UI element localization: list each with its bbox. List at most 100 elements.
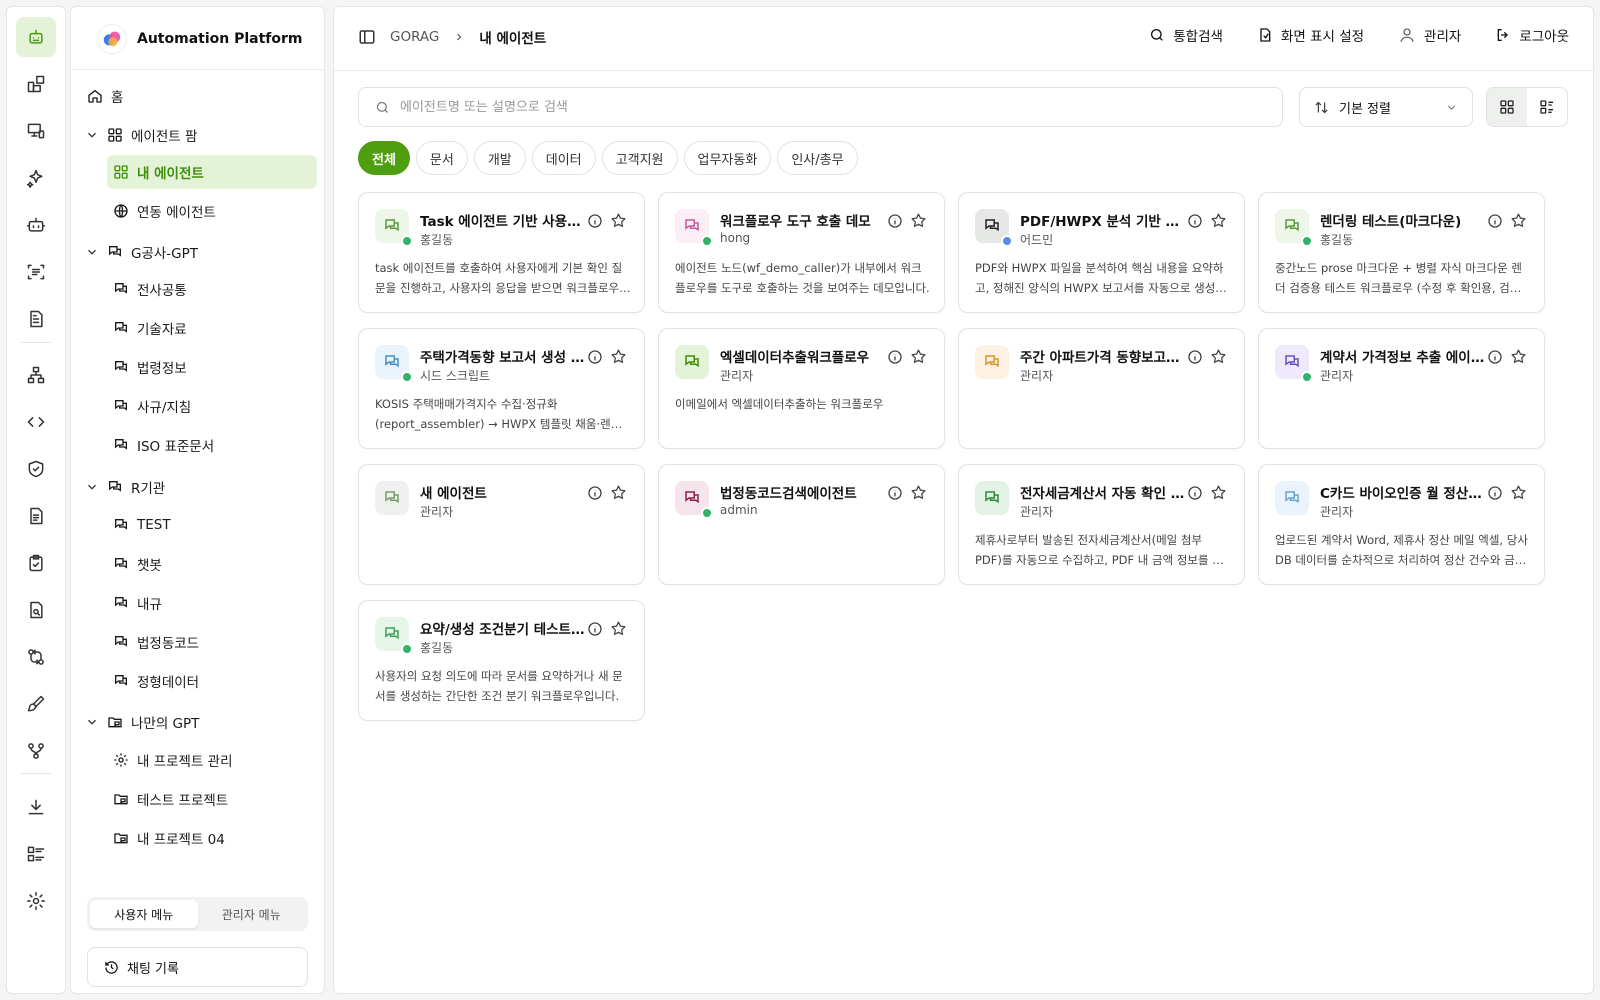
sidebar-item-home[interactable]: 홈 bbox=[85, 79, 311, 113]
star-icon[interactable] bbox=[1210, 484, 1227, 501]
rail-scan-text-button[interactable] bbox=[16, 252, 56, 292]
brand[interactable]: Automation Platform bbox=[97, 23, 303, 55]
sidebar-item-g_gpt-4[interactable]: ISO 표준문서 bbox=[107, 428, 317, 462]
star-icon[interactable] bbox=[610, 484, 627, 501]
agent-card[interactable]: Task 에이전트 기반 사용자 확인 워크플로우홍길동 task 에이전트를 호… bbox=[358, 192, 645, 313]
rail-widgets-button[interactable] bbox=[16, 64, 56, 104]
rail-code-button[interactable] bbox=[16, 402, 56, 442]
filter-chip[interactable]: 데이터 bbox=[531, 141, 596, 175]
star-icon[interactable] bbox=[1210, 348, 1227, 365]
rail-sparkles-button[interactable] bbox=[16, 158, 56, 198]
sidebar-item-project-04[interactable]: 내 프로젝트 04 bbox=[107, 821, 317, 855]
agent-card[interactable]: PDF/HWPX 분석 기반 한글 보고서 생성어드민 PDF와 HWPX 파일을… bbox=[958, 192, 1245, 313]
info-icon[interactable] bbox=[587, 349, 603, 365]
agent-card[interactable]: 주택가격동향 보고서 생성 워크플로우시드 스크립트 KOSIS 주택매매가격지수… bbox=[358, 328, 645, 449]
star-icon[interactable] bbox=[1510, 484, 1527, 501]
agent-card[interactable]: 요약/생성 조건분기 테스트 워크플로우홍길동사용자의 요청 의도에 따라 문서… bbox=[358, 600, 645, 721]
star-icon[interactable] bbox=[910, 212, 927, 229]
rail-robot-button[interactable] bbox=[16, 17, 56, 57]
grid-view-button[interactable] bbox=[1487, 88, 1527, 126]
admin-menu-tab[interactable]: 관리자 메뉴 bbox=[198, 900, 306, 928]
display-settings-button[interactable]: 화면 표시 설정 bbox=[1257, 25, 1364, 45]
star-icon[interactable] bbox=[910, 484, 927, 501]
agent-card[interactable]: C카드 바이오인증 월 정산 에이전트관리자업로드된 계약서 Word, 제휴사… bbox=[1258, 464, 1545, 585]
sidebar-group-agent-farm[interactable]: 에이전트 팜 bbox=[85, 118, 311, 152]
info-icon[interactable] bbox=[887, 349, 903, 365]
rail-workflow-button[interactable] bbox=[16, 731, 56, 771]
rail-gear-button[interactable] bbox=[16, 881, 56, 921]
sidebar-item-g_gpt-2[interactable]: 법령정보 bbox=[107, 350, 317, 384]
chat-history-button[interactable]: 채팅 기록 bbox=[87, 947, 308, 987]
agent-card[interactable]: 엑셀데이터추출워크플로우 관리자 이메일에서 엑셀데이터추출하는 워크플로우 bbox=[658, 328, 945, 449]
agent-card[interactable]: 워크플로우 도구 호출 데모 hong 에이전트 노드(wf_demo_caller… bbox=[658, 192, 945, 313]
info-icon[interactable] bbox=[587, 485, 603, 501]
filter-chip[interactable]: 업무자동화 bbox=[683, 141, 772, 175]
star-icon[interactable] bbox=[1210, 212, 1227, 229]
info-icon[interactable] bbox=[1187, 349, 1203, 365]
sidebar-item-r_org-1[interactable]: 챗봇 bbox=[107, 547, 317, 581]
rail-file-search-button[interactable] bbox=[16, 590, 56, 630]
info-icon[interactable] bbox=[887, 213, 903, 229]
sidebar-group-my-gpt[interactable]: 나만의 GPT bbox=[85, 705, 311, 739]
rail-file-text-button[interactable] bbox=[16, 496, 56, 536]
filter-chip[interactable]: 인사/총무 bbox=[777, 141, 858, 175]
agent-card[interactable]: 법정동코드검색에이전트 admin bbox=[658, 464, 945, 585]
star-icon[interactable] bbox=[910, 348, 927, 365]
rail-document-button[interactable] bbox=[16, 299, 56, 339]
rail-list-button[interactable] bbox=[16, 834, 56, 874]
logout-button[interactable]: 로그아웃 bbox=[1495, 25, 1569, 45]
rail-shield-check-button[interactable] bbox=[16, 449, 56, 489]
sidebar-group-r-org[interactable]: R기관 bbox=[85, 470, 311, 504]
star-icon[interactable] bbox=[610, 620, 627, 637]
user-menu-tab[interactable]: 사용자 메뉴 bbox=[90, 900, 198, 928]
sidebar-toggle-icon[interactable] bbox=[358, 28, 376, 46]
filter-chip[interactable]: 개발 bbox=[473, 141, 526, 175]
breadcrumb-root[interactable]: GORAG bbox=[390, 29, 439, 45]
sort-select[interactable]: 기본 정렬 bbox=[1299, 87, 1473, 127]
sidebar-item-r_org-3[interactable]: 법정동코드 bbox=[107, 625, 317, 659]
star-icon[interactable] bbox=[1510, 212, 1527, 229]
sidebar-item-r_org-2[interactable]: 내규 bbox=[107, 586, 317, 620]
info-icon[interactable] bbox=[1187, 485, 1203, 501]
filter-chip[interactable]: 고객지원 bbox=[601, 141, 678, 175]
sidebar-item-linked-agent[interactable]: 연동 에이전트 bbox=[107, 194, 317, 228]
agent-search-box[interactable] bbox=[358, 87, 1283, 127]
info-icon[interactable] bbox=[1487, 213, 1503, 229]
agent-card[interactable]: 주간 아파트가격 동향보고서 생성관리자 bbox=[958, 328, 1245, 449]
sidebar-item-test-project[interactable]: 테스트 프로젝트 bbox=[107, 782, 317, 816]
rail-git-compare-button[interactable] bbox=[16, 637, 56, 677]
agent-card[interactable]: 새 에이전트 관리자 bbox=[358, 464, 645, 585]
info-icon[interactable] bbox=[587, 621, 603, 637]
agent-card[interactable]: 계약서 가격정보 추출 에이전트 관리자 bbox=[1258, 328, 1545, 449]
info-icon[interactable] bbox=[1487, 349, 1503, 365]
filter-chip[interactable]: 전체 bbox=[358, 141, 410, 175]
agent-card[interactable]: 렌더링 테스트(마크다운) 홍길동 중간노드 prose 마크다운 + 병렬 자식 … bbox=[1258, 192, 1545, 313]
info-icon[interactable] bbox=[1187, 213, 1203, 229]
list-view-button[interactable] bbox=[1527, 88, 1567, 126]
rail-monitor-button[interactable] bbox=[16, 111, 56, 151]
sidebar-item-my-agent[interactable]: 내 에이전트 bbox=[107, 155, 317, 189]
rail-clipboard-check-button[interactable] bbox=[16, 543, 56, 583]
agent-card[interactable]: 전자세금계산서 자동 확인 에이전트관리자제휴사로부터 발송된 전자세금계산서(… bbox=[958, 464, 1245, 585]
info-icon[interactable] bbox=[887, 485, 903, 501]
global-search-button[interactable]: 통합검색 bbox=[1149, 25, 1223, 45]
sidebar-item-g_gpt-3[interactable]: 사규/지침 bbox=[107, 389, 317, 423]
sidebar-item-g_gpt-0[interactable]: 전사공통 bbox=[107, 272, 317, 306]
rail-bot-button[interactable] bbox=[16, 205, 56, 245]
filter-chip[interactable]: 문서 bbox=[415, 141, 468, 175]
star-icon[interactable] bbox=[610, 348, 627, 365]
rail-hierarchy-button[interactable] bbox=[16, 355, 56, 395]
info-icon[interactable] bbox=[587, 213, 603, 229]
sidebar-item-project-manage[interactable]: 내 프로젝트 관리 bbox=[107, 743, 317, 777]
sidebar-group-g-gpt[interactable]: G공사-GPT bbox=[85, 235, 311, 269]
user-profile-button[interactable]: 관리자 bbox=[1398, 25, 1461, 45]
rail-download-button[interactable] bbox=[16, 787, 56, 827]
rail-brush-button[interactable] bbox=[16, 684, 56, 724]
info-icon[interactable] bbox=[1487, 485, 1503, 501]
sidebar-item-g_gpt-1[interactable]: 기술자료 bbox=[107, 311, 317, 345]
star-icon[interactable] bbox=[1510, 348, 1527, 365]
sidebar-item-r_org-4[interactable]: 정형데이터 bbox=[107, 664, 317, 698]
agent-search-input[interactable] bbox=[400, 99, 1250, 115]
star-icon[interactable] bbox=[610, 212, 627, 229]
sidebar-item-r_org-0[interactable]: TEST bbox=[107, 508, 317, 542]
